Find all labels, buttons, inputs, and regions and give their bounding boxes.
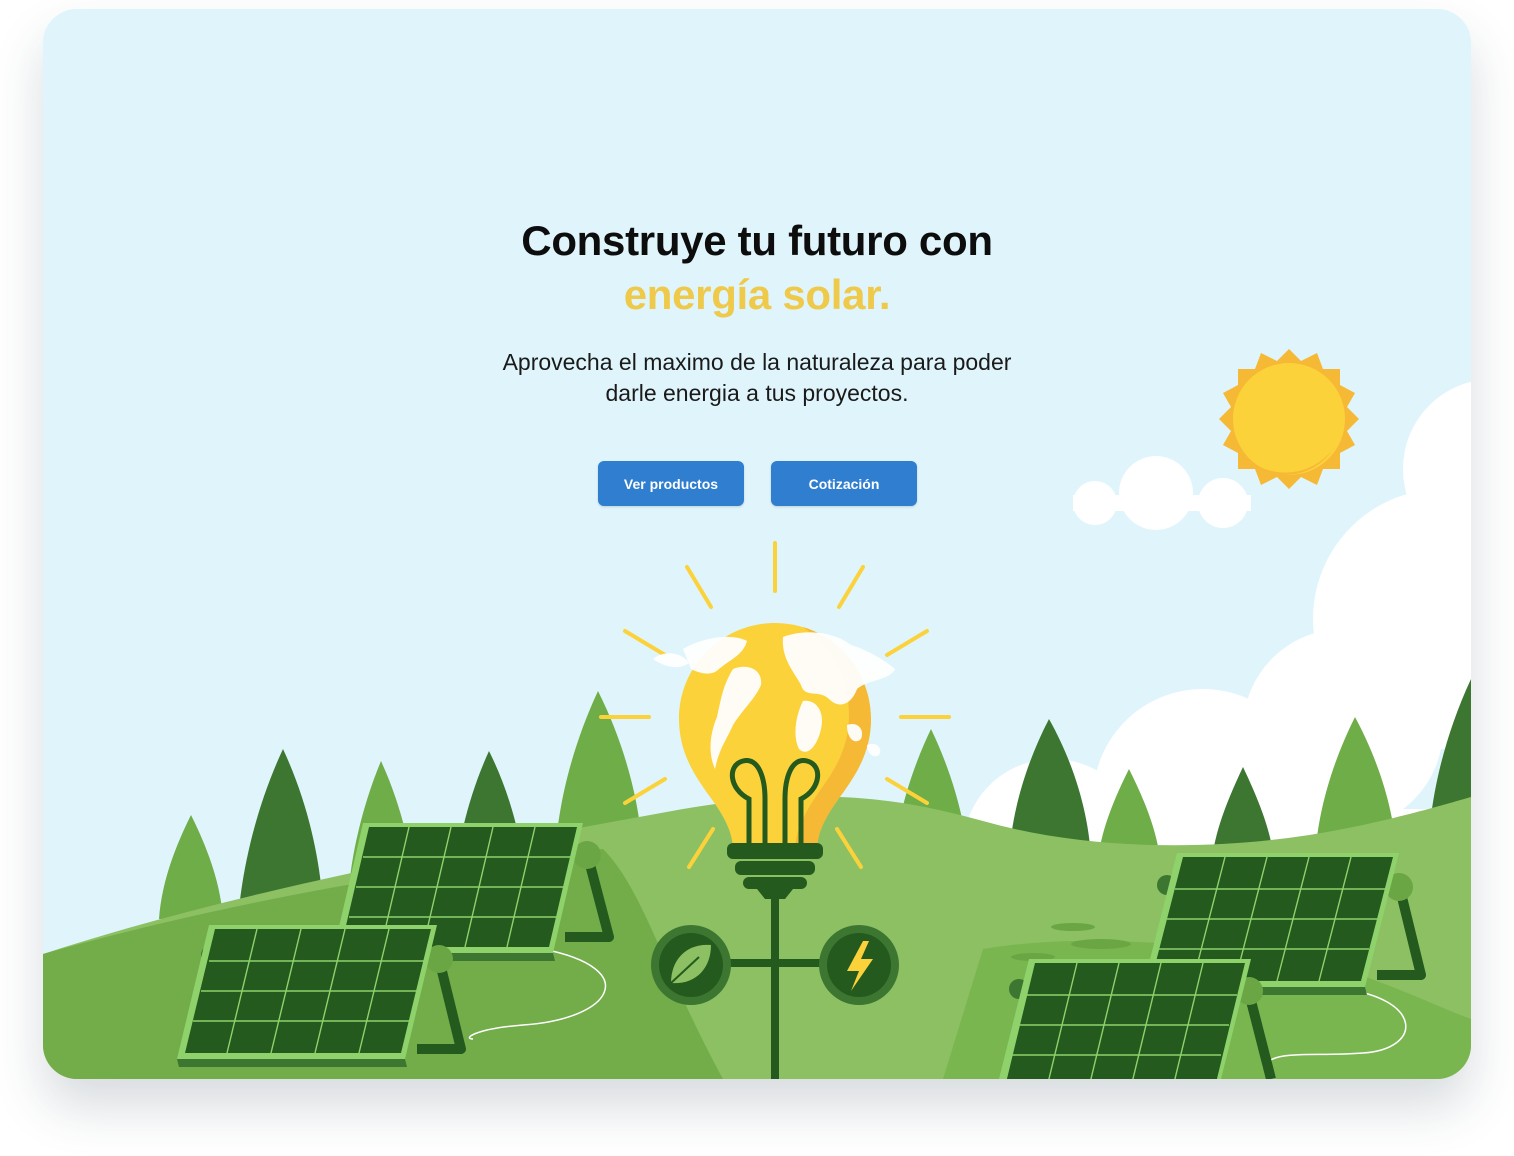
hero-subtitle-line-2: darle energia a tus proyectos. (605, 380, 909, 406)
view-products-button[interactable]: Ver productos (598, 461, 744, 506)
solar-panel-icon (177, 925, 466, 1067)
leaf-icon (651, 925, 731, 1005)
hero-title: Construye tu futuro con (521, 217, 993, 264)
lightning-bolt-icon (819, 925, 899, 1005)
solar-landscape-illustration (43, 9, 1471, 1079)
hero-title-highlight: energía solar. (623, 271, 891, 318)
hero-subtitle: Aprovecha el maximo de la naturaleza par… (407, 347, 1107, 409)
hero-card: Construye tu futuro con energía solar. A… (43, 9, 1471, 1079)
hero-subtitle-line-1: Aprovecha el maximo de la naturaleza par… (502, 349, 1012, 375)
sun-icon (1219, 349, 1359, 489)
quote-button[interactable]: Cotización (771, 461, 917, 506)
